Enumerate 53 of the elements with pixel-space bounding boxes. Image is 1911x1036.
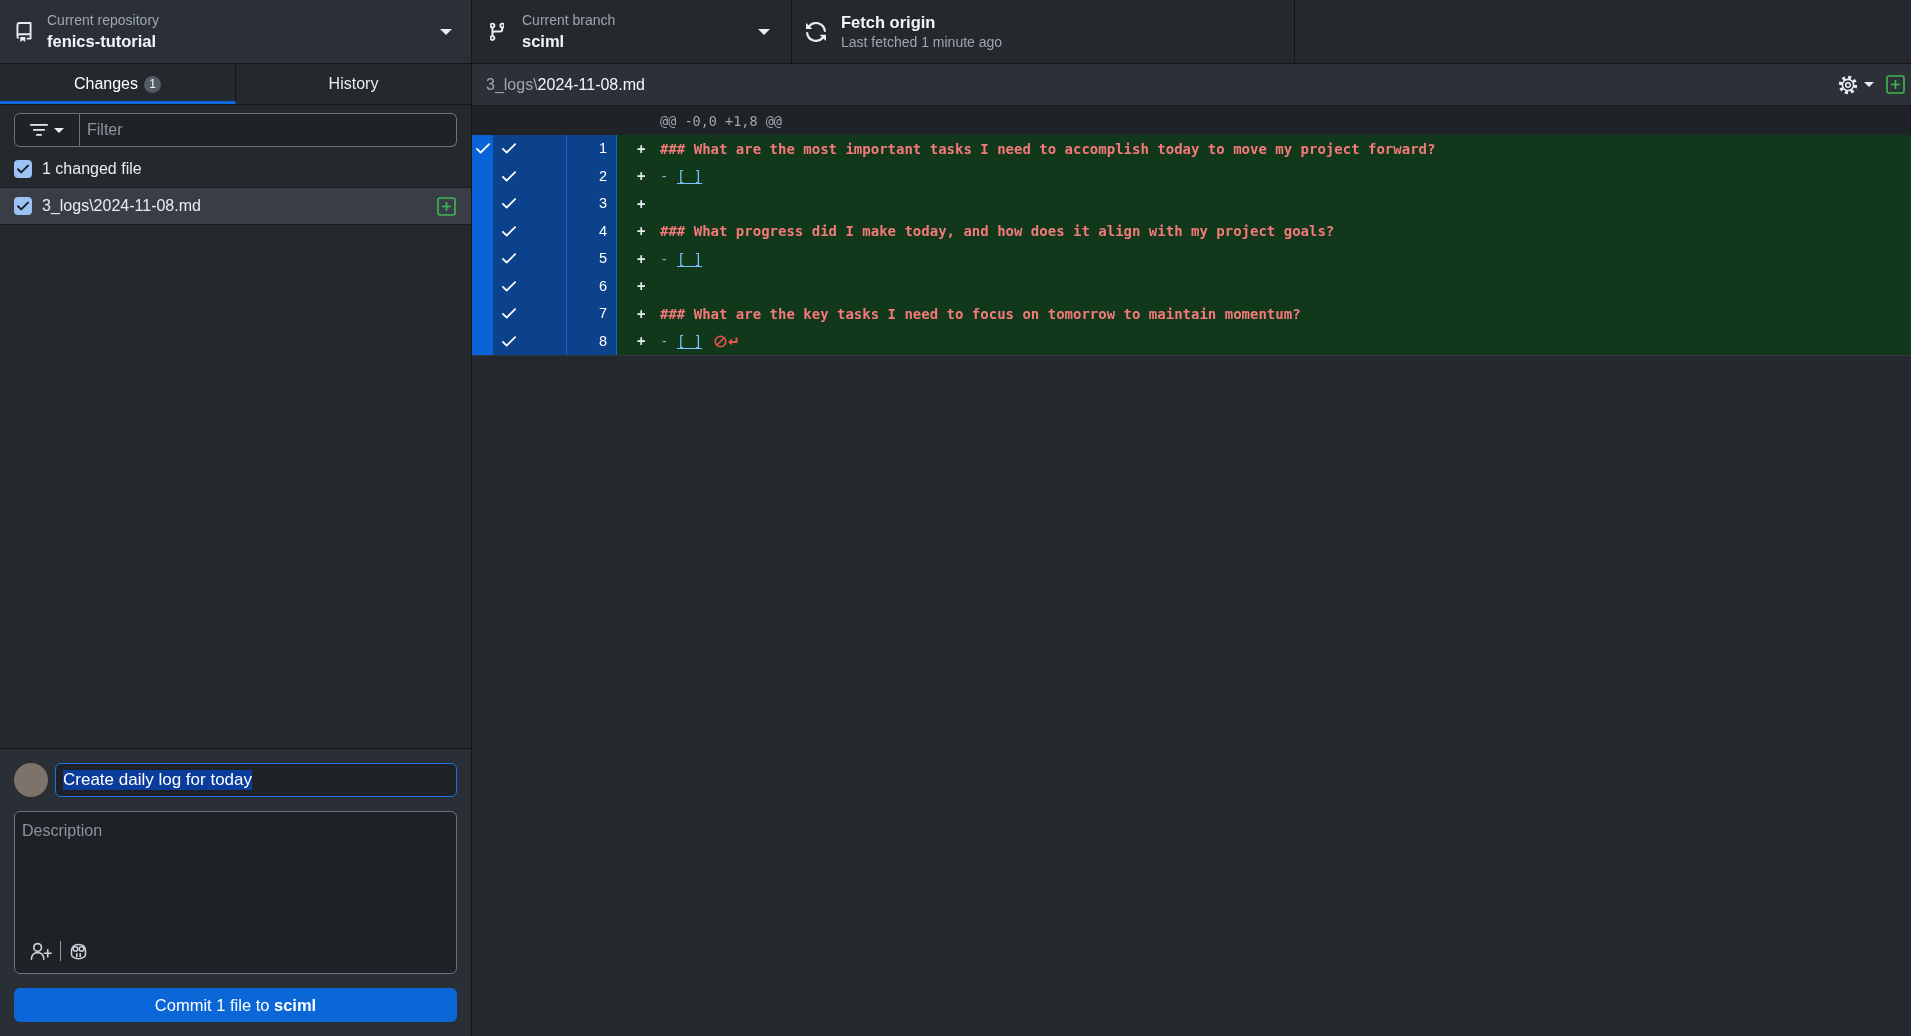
tab[interactable]: Changes 1: [0, 64, 236, 104]
line-select-cell[interactable]: [493, 327, 567, 355]
hunk-header-text: @@ -0,0 +1,8 @@: [660, 112, 782, 129]
added-line-marker: +: [637, 140, 647, 157]
avatar: [14, 763, 48, 797]
line-number: 6: [567, 272, 617, 300]
code-line: - [ ]: [660, 168, 703, 185]
code-line: ### What progress did I make today, and how does it align with my project goals?: [660, 223, 1335, 240]
caret-down-icon: [1864, 82, 1874, 87]
code-line: ### What are the most important tasks I need to accomplish today to move my project forward?: [660, 140, 1436, 157]
bot-icon[interactable]: [69, 942, 88, 960]
file-path: 3_logs\2024-11-08.md: [486, 75, 646, 94]
plus-square-icon: [437, 196, 456, 216]
hunk-selection-bar[interactable]: [472, 135, 493, 355]
caret-down-icon: [758, 28, 770, 35]
branch-icon: [490, 22, 504, 41]
commit-button[interactable]: Commit 1 file to sciml: [14, 988, 457, 1022]
select-all-checkbox[interactable]: [14, 160, 32, 178]
caret-down-icon: [54, 127, 64, 133]
line-number: 4: [567, 217, 617, 245]
added-line-marker: +: [637, 168, 647, 185]
code-line: - [ ]: [660, 333, 703, 350]
filter-options-button[interactable]: [14, 113, 80, 147]
code-line: ### What are the key tasks I need to focus on tomorrow to maintain momentum?: [660, 305, 1301, 322]
added-line-marker: +: [637, 195, 647, 212]
added-line-marker: +: [637, 250, 647, 267]
commit-summary-field[interactable]: Create daily log for today: [55, 763, 457, 797]
caret-down-icon: [440, 28, 452, 35]
added-line-marker: +: [637, 333, 647, 350]
line-select-cell[interactable]: [493, 135, 567, 163]
added-line-marker: +: [637, 223, 647, 240]
filter-icon: [30, 124, 48, 136]
added-line-marker: +: [637, 278, 647, 295]
line-number: 3: [567, 190, 617, 218]
count-badge: 1: [144, 75, 161, 93]
code-line: - [ ]: [660, 250, 703, 267]
line-number: 2: [567, 162, 617, 190]
current-repository-button[interactable]: Current repository fenics-tutorial: [0, 0, 472, 63]
line-number: 5: [567, 245, 617, 273]
book-icon: [15, 21, 33, 42]
settings-icon: [1838, 74, 1858, 95]
description-field[interactable]: Description: [14, 811, 457, 974]
added-line-marker: +: [637, 305, 647, 322]
sync-icon: [806, 21, 826, 42]
line-number: 1: [567, 135, 617, 163]
plus-square-icon: [1886, 75, 1905, 94]
line-number: 8: [567, 327, 617, 355]
file-list-item[interactable]: 3_logs\2024-11-08.md: [0, 187, 471, 225]
filter-field[interactable]: Filter: [80, 113, 457, 147]
changed-files-label: 1 changed file: [42, 160, 142, 178]
line-number: 7: [567, 300, 617, 328]
file-checkbox[interactable]: [14, 197, 32, 215]
add-person-icon[interactable]: [30, 942, 52, 960]
